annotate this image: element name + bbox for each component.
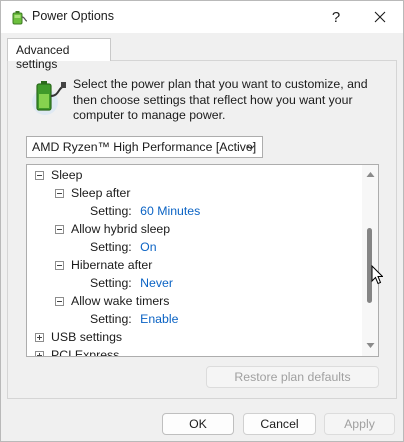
tree-setting-sleep-after[interactable]: Setting: 60 Minutes	[90, 202, 200, 220]
title-bar[interactable]: Power Options ?	[1, 1, 403, 33]
collapse-icon[interactable]	[55, 261, 64, 270]
tree-scrollbar[interactable]	[362, 165, 378, 356]
battery-plug-icon	[32, 81, 66, 115]
setting-value[interactable]: On	[140, 240, 156, 254]
help-button[interactable]: ?	[314, 1, 358, 33]
tree-item-label: Allow hybrid sleep	[71, 222, 171, 236]
collapse-icon[interactable]	[55, 297, 64, 306]
apply-button[interactable]: Apply	[324, 413, 395, 435]
scroll-down-arrow-icon[interactable]	[366, 342, 375, 349]
collapse-icon[interactable]	[35, 171, 44, 180]
tree-item-label: Sleep	[51, 168, 83, 182]
help-icon: ?	[331, 8, 341, 26]
tree-item-label: Allow wake timers	[71, 294, 170, 308]
collapse-icon[interactable]	[55, 189, 64, 198]
power-options-window: Power Options ? Advanced settings Select…	[0, 0, 404, 442]
window-title: Power Options	[32, 9, 114, 23]
tree-item-label: Sleep after	[71, 186, 131, 200]
ok-button[interactable]: OK	[162, 413, 234, 435]
tree-setting-hibernate-after[interactable]: Setting: Never	[90, 274, 173, 292]
tree-item-label: Hibernate after	[71, 258, 153, 272]
power-options-icon	[12, 11, 28, 25]
tree-item-label: USB settings	[51, 330, 123, 344]
power-plan-select[interactable]: AMD Ryzen™ High Performance [Active]	[26, 136, 263, 158]
description-text: Select the power plan that you want to c…	[73, 77, 368, 122]
expand-icon[interactable]	[35, 351, 44, 356]
setting-value[interactable]: 60 Minutes	[140, 204, 200, 218]
cancel-button[interactable]: Cancel	[243, 413, 316, 435]
setting-value[interactable]: Enable	[140, 312, 178, 326]
tree-setting-allow-hybrid-sleep[interactable]: Setting: On	[90, 238, 157, 256]
mouse-cursor-icon	[371, 265, 383, 285]
power-plan-value: AMD Ryzen™ High Performance [Active]	[32, 140, 257, 154]
setting-label: Setting:	[90, 312, 132, 326]
close-button[interactable]	[358, 1, 402, 33]
tree-item-label: PCI Express	[51, 348, 120, 356]
setting-value[interactable]: Never	[140, 276, 173, 290]
settings-tree[interactable]: Sleep Sleep after Setting: 60 Minutes Al…	[26, 164, 379, 357]
setting-label: Setting:	[90, 276, 132, 290]
restore-plan-defaults-button[interactable]: Restore plan defaults	[206, 366, 379, 388]
collapse-icon[interactable]	[55, 225, 64, 234]
expand-icon[interactable]	[35, 333, 44, 342]
close-icon	[374, 11, 386, 23]
settings-tree-content: Sleep Sleep after Setting: 60 Minutes Al…	[27, 165, 362, 356]
tree-setting-allow-wake-timers[interactable]: Setting: Enable	[90, 310, 178, 328]
setting-label: Setting:	[90, 240, 132, 254]
tab-advanced-settings[interactable]: Advanced settings	[7, 38, 111, 71]
chevron-down-icon	[246, 144, 256, 150]
scroll-up-arrow-icon[interactable]	[366, 171, 375, 178]
setting-label: Setting:	[90, 204, 132, 218]
